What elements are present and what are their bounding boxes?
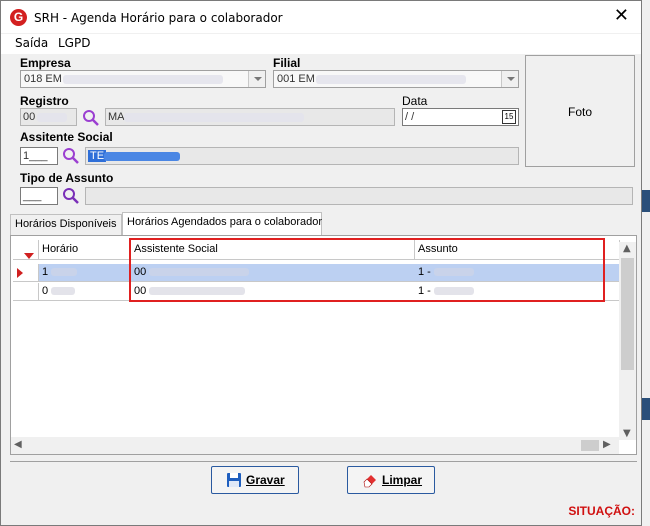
scroll-thumb[interactable]: [581, 440, 599, 451]
scroll-right-icon[interactable]: ▶: [603, 439, 611, 450]
table-row[interactable]: 1 00 1 -: [11, 264, 619, 282]
redacted-text: [433, 268, 474, 277]
assistente-label: Assitente Social: [20, 130, 113, 144]
empresa-select[interactable]: 018 EM: [20, 70, 266, 88]
data-value: / /: [405, 111, 415, 123]
gravar-label: Gravar: [246, 473, 285, 487]
redacted-text: [149, 287, 246, 296]
cell-assistente: 00: [131, 264, 415, 282]
column-header-assunto[interactable]: Assunto: [415, 240, 620, 260]
search-icon[interactable]: [82, 109, 100, 127]
cell-horario: 1: [39, 264, 131, 282]
cell-assistente: 00: [131, 283, 415, 301]
column-header-assistente-social[interactable]: Assistente Social: [131, 240, 415, 260]
window-title: SRH - Agenda Horário para o colaborador: [34, 11, 283, 25]
scroll-left-icon[interactable]: ◀: [14, 439, 22, 450]
registro-code-value: 00: [23, 111, 36, 123]
limpar-label: Limpar: [382, 473, 423, 487]
row-indicator-cell: [13, 264, 39, 282]
gravar-button[interactable]: Gravar: [211, 466, 299, 494]
data-label: Data: [402, 94, 428, 108]
limpar-button[interactable]: Limpar: [347, 466, 435, 494]
app-logo-icon: G: [10, 9, 27, 26]
chevron-down-icon[interactable]: [248, 71, 265, 87]
scroll-up-icon[interactable]: ▲: [623, 243, 631, 254]
empresa-label: Empresa: [20, 56, 71, 70]
redacted-text: [124, 113, 304, 122]
cell-assunto: 1 -: [415, 283, 619, 301]
photo-panel: Foto: [525, 55, 635, 167]
tipo-assunto-name-field[interactable]: [85, 187, 633, 205]
title-bar: G SRH - Agenda Horário para o colaborado…: [1, 1, 641, 33]
redacted-text: [63, 75, 223, 84]
footer-divider: [10, 461, 637, 499]
redacted-text: [51, 268, 78, 277]
filial-select[interactable]: 001 EM: [273, 70, 519, 88]
redacted-text: [51, 287, 76, 296]
tipo-assunto-code-value: ___: [23, 190, 42, 202]
registro-code-field[interactable]: 00: [20, 108, 77, 126]
tab-horarios-disponiveis[interactable]: Horários Disponíveis: [10, 214, 122, 236]
tab-horarios-agendados[interactable]: Horários Agendados para o colaborador: [122, 212, 322, 236]
save-icon: [227, 473, 241, 487]
redacted-text: [37, 113, 67, 122]
data-field[interactable]: / / 15: [402, 108, 519, 126]
empresa-value: 018 EM: [24, 73, 62, 85]
sort-arrow-icon[interactable]: [24, 253, 34, 259]
search-icon[interactable]: [62, 187, 80, 205]
scroll-thumb[interactable]: [621, 258, 634, 370]
schedule-grid: Horário Assistente Social Assunto 1 00 1…: [10, 235, 637, 455]
row-indicator-cell: [13, 283, 39, 301]
redacted-text: [433, 287, 474, 296]
eraser-icon: [363, 475, 376, 488]
menu-bar: Saída LGPD: [1, 34, 641, 54]
menu-item-lgpd[interactable]: LGPD: [58, 36, 90, 50]
status-situacao: SITUAÇÃO:: [568, 504, 635, 518]
assistente-name-field[interactable]: TE: [85, 147, 519, 165]
tipo-assunto-label: Tipo de Assunto: [20, 171, 114, 185]
header-indicator-cell: [13, 240, 39, 260]
registro-name-field[interactable]: MA: [105, 108, 395, 126]
filial-value: 001 EM: [277, 73, 315, 85]
horizontal-scrollbar[interactable]: ◀ ▶: [11, 437, 619, 454]
row-pointer-icon: [17, 268, 23, 278]
assistente-code-value: 1___: [23, 150, 48, 162]
registro-name-value: MA: [108, 111, 125, 123]
registro-label: Registro: [20, 94, 69, 108]
vertical-scrollbar[interactable]: ▲ ▼: [619, 242, 636, 440]
cell-horario: 0: [39, 283, 131, 301]
tipo-assunto-code-field[interactable]: ___: [20, 187, 58, 205]
menu-item-saida[interactable]: Saída: [15, 36, 48, 50]
dialog-window: G SRH - Agenda Horário para o colaborado…: [0, 0, 642, 526]
redacted-text: [316, 75, 466, 84]
calendar-icon[interactable]: 15: [502, 110, 516, 124]
close-icon[interactable]: ✕: [614, 7, 629, 25]
assistente-code-field[interactable]: 1___: [20, 147, 58, 165]
scroll-down-icon[interactable]: ▼: [623, 428, 631, 439]
filial-label: Filial: [273, 56, 301, 70]
chevron-down-icon[interactable]: [501, 71, 518, 87]
search-icon[interactable]: [62, 147, 80, 165]
cell-assunto: 1 -: [415, 264, 619, 282]
table-row[interactable]: 0 00 1 -: [11, 283, 619, 301]
redacted-text: [104, 152, 180, 161]
column-header-horario[interactable]: Horário: [39, 240, 131, 260]
photo-label: Foto: [567, 105, 592, 119]
redacted-text: [149, 268, 250, 277]
